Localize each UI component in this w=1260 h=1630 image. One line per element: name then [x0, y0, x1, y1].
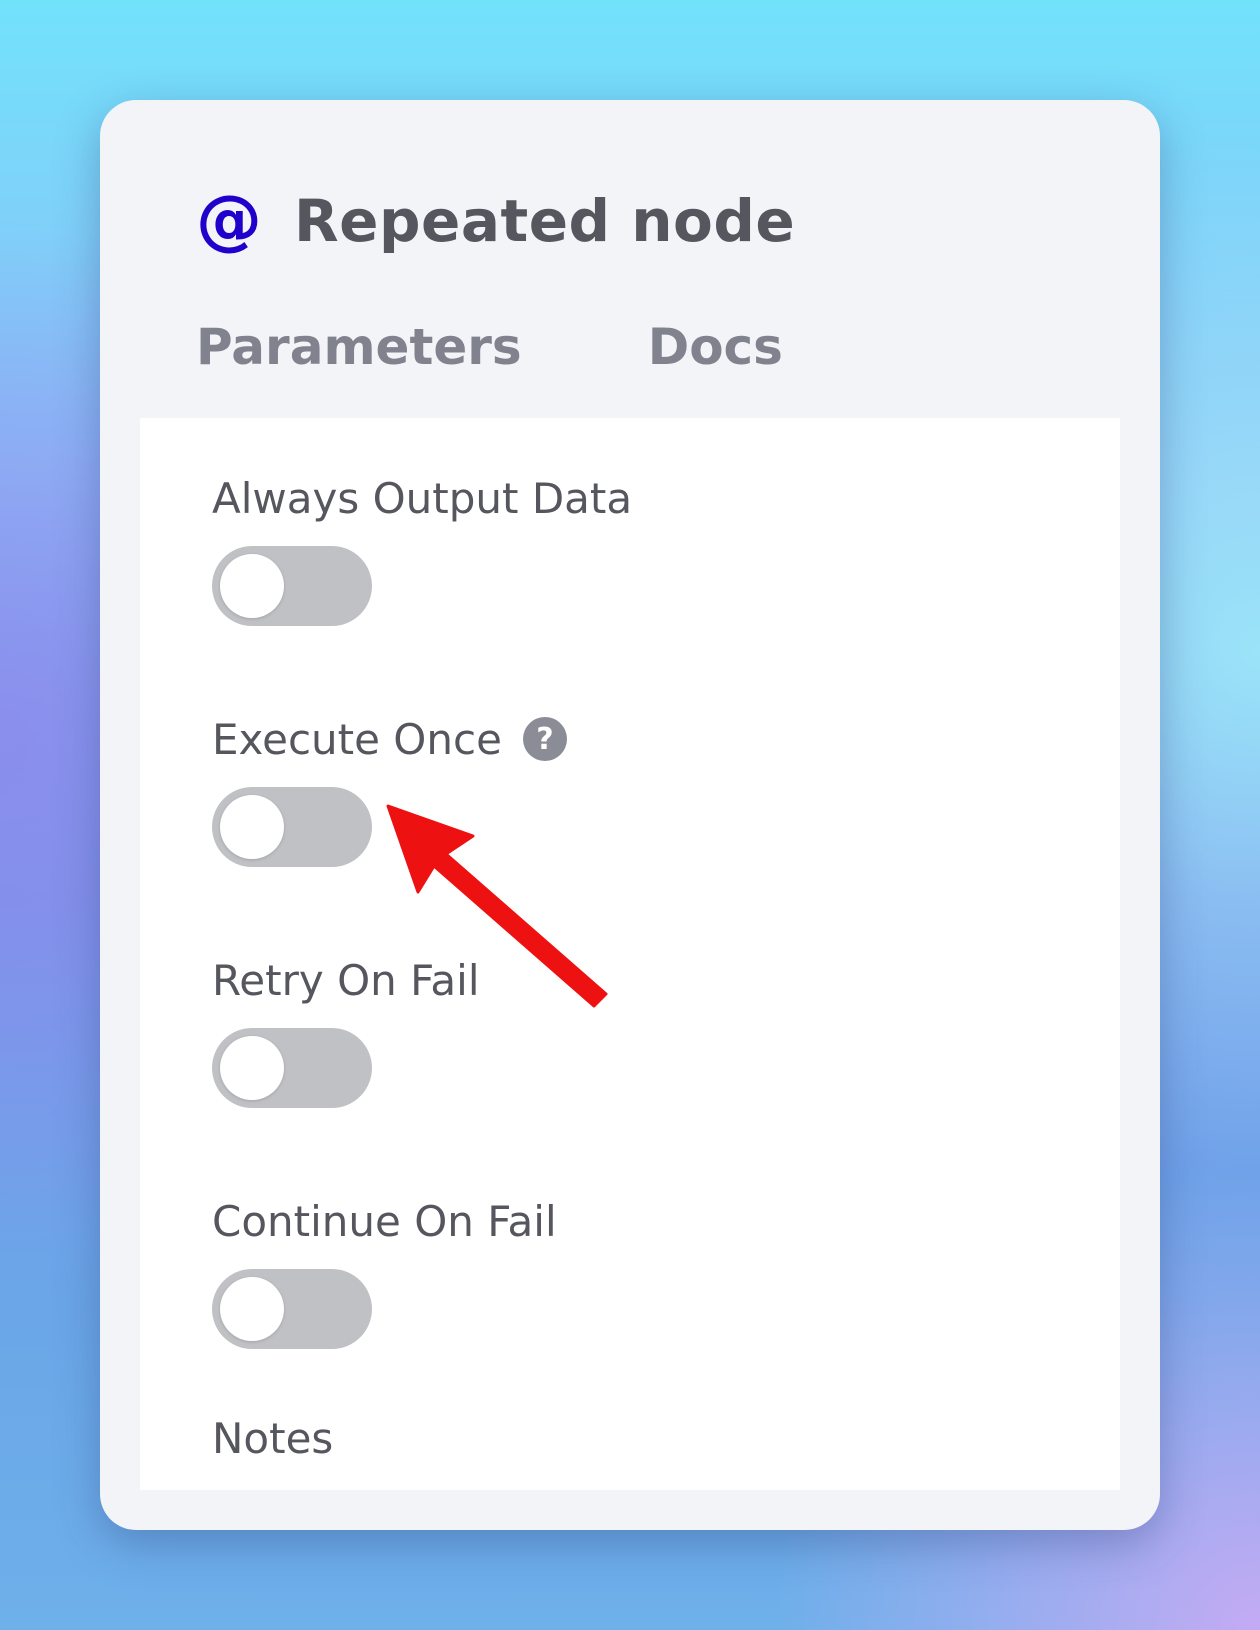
setting-always-output-data: Always Output Data: [212, 468, 632, 626]
execute-once-label: Execute Once: [212, 714, 502, 764]
at-sign-icon: @: [196, 186, 262, 256]
toggle-knob: [220, 1036, 284, 1100]
setting-retry-on-fail: Retry On Fail: [212, 950, 479, 1108]
retry-on-fail-label: Retry On Fail: [212, 955, 480, 1005]
setting-execute-once: Execute Once ?: [212, 709, 568, 867]
node-header: @ Repeated node: [194, 176, 795, 266]
svg-text:@: @: [196, 186, 262, 256]
setting-label: Retry On Fail: [212, 950, 479, 1010]
always-output-data-toggle[interactable]: [212, 546, 372, 626]
toggle-knob: [220, 1277, 284, 1341]
svg-text:?: ?: [536, 722, 553, 757]
node-title: Repeated node: [294, 187, 796, 255]
tab-parameters[interactable]: Parameters: [196, 318, 522, 376]
always-output-data-label: Always Output Data: [212, 473, 633, 523]
question-mark-icon[interactable]: ?: [522, 716, 568, 762]
node-settings-card: @ Repeated node Parameters Docs Always O…: [100, 100, 1160, 1530]
retry-on-fail-toggle[interactable]: [212, 1028, 372, 1108]
setting-label: Always Output Data: [212, 468, 632, 528]
execute-once-toggle[interactable]: [212, 787, 372, 867]
continue-on-fail-label: Continue On Fail: [212, 1196, 557, 1246]
notes-label: Notes: [212, 1414, 334, 1463]
toggle-knob: [220, 554, 284, 618]
toggle-knob: [220, 795, 284, 859]
setting-label: Execute Once ?: [212, 709, 568, 769]
settings-panel: Always Output Data Execute Once ? Retry …: [140, 418, 1120, 1490]
setting-label: Continue On Fail: [212, 1191, 557, 1251]
continue-on-fail-toggle[interactable]: [212, 1269, 372, 1349]
setting-continue-on-fail: Continue On Fail: [212, 1191, 557, 1349]
tab-bar: Parameters Docs: [196, 318, 783, 376]
tab-docs[interactable]: Docs: [648, 318, 783, 376]
